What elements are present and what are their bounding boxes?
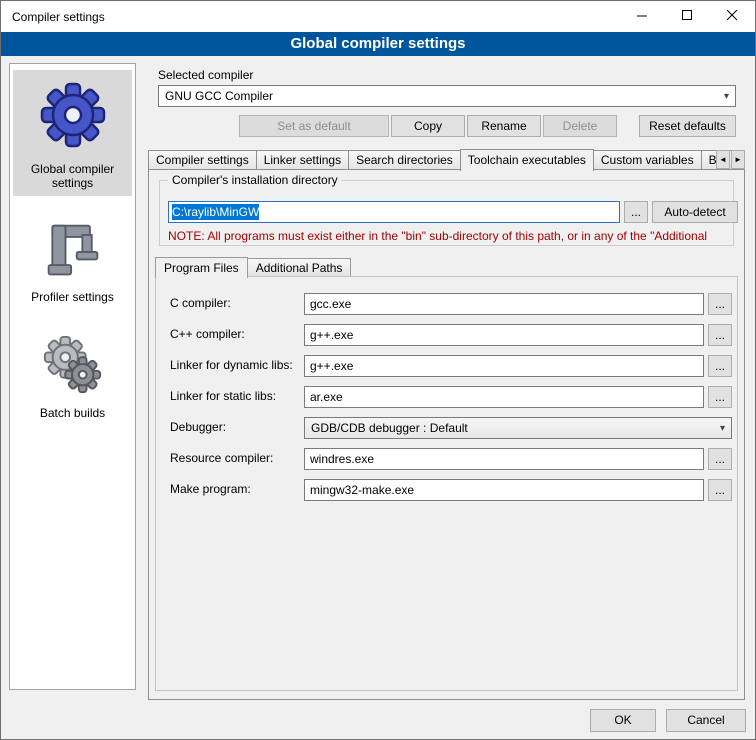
selected-compiler-value: GNU GCC Compiler: [165, 89, 273, 103]
profiler-tool-icon: [44, 269, 102, 283]
c-compiler-input[interactable]: gcc.exe: [304, 293, 704, 315]
toolchain-executables-panel: Compiler's installation directory C:\ray…: [148, 169, 745, 700]
sidebar-item-label: Profiler settings: [15, 290, 130, 304]
reset-defaults-button[interactable]: Reset defaults: [639, 115, 736, 137]
cpp-compiler-value: g++.exe: [310, 328, 353, 342]
dynamic-linker-browse-button[interactable]: ...: [708, 355, 732, 377]
field-row-resource-compiler: Resource compiler: windres.exe ...: [156, 448, 737, 470]
field-row-static-linker: Linker for static libs: ar.exe ...: [156, 386, 737, 408]
make-program-value: mingw32-make.exe: [310, 483, 414, 497]
resource-compiler-input[interactable]: windres.exe: [304, 448, 704, 470]
titlebar[interactable]: Compiler settings: [1, 1, 755, 32]
tab-toolchain-executables[interactable]: Toolchain executables: [460, 149, 594, 171]
sidebar-item-label: Batch builds: [15, 406, 130, 420]
debugger-label: Debugger:: [170, 420, 226, 434]
c-compiler-value: gcc.exe: [310, 297, 351, 311]
minimize-icon: [637, 10, 648, 24]
static-linker-label: Linker for static libs:: [170, 389, 276, 403]
compiler-settings-window: Compiler settings Global compiler settin…: [0, 0, 756, 740]
static-linker-value: ar.exe: [310, 390, 343, 404]
tab-custom-variables[interactable]: Custom variables: [593, 150, 702, 170]
copy-button[interactable]: Copy: [391, 115, 465, 137]
tab-linker-settings[interactable]: Linker settings: [256, 150, 349, 170]
close-button[interactable]: [710, 1, 755, 32]
maximize-button[interactable]: [665, 1, 710, 32]
sidebar-item-label: Global compiler settings: [15, 162, 130, 190]
debugger-value: GDB/CDB debugger : Default: [311, 421, 468, 435]
make-program-label: Make program:: [170, 482, 251, 496]
gear-icon: [38, 141, 108, 155]
set-as-default-button[interactable]: Set as default: [239, 115, 389, 137]
selected-compiler-label: Selected compiler: [158, 68, 253, 82]
c-compiler-browse-button[interactable]: ...: [708, 293, 732, 315]
sidebar-item-profiler-settings[interactable]: Profiler settings: [13, 212, 132, 310]
field-row-make-program: Make program: mingw32-make.exe ...: [156, 479, 737, 501]
chevron-down-icon: ▾: [720, 423, 725, 434]
installation-directory-group-label: Compiler's installation directory: [168, 173, 342, 187]
close-icon: [727, 10, 738, 24]
bin-subdirectory-note: NOTE: All programs must exist either in …: [168, 229, 731, 243]
resource-compiler-browse-button[interactable]: ...: [708, 448, 732, 470]
resource-compiler-value: windres.exe: [310, 452, 374, 466]
gray-gears-icon: [42, 385, 104, 399]
static-linker-browse-button[interactable]: ...: [708, 386, 732, 408]
dynamic-linker-value: g++.exe: [310, 359, 353, 373]
sidebar-item-batch-builds[interactable]: Batch builds: [13, 326, 132, 426]
static-linker-input[interactable]: ar.exe: [304, 386, 704, 408]
installation-directory-input[interactable]: C:\raylib\MinGW: [168, 201, 620, 223]
cpp-compiler-label: C++ compiler:: [170, 327, 245, 341]
tab-scroll-right-button[interactable]: ►: [731, 150, 745, 169]
tab-scroll-controls: ◄ ►: [716, 150, 745, 169]
sidebar-item-global-compiler-settings[interactable]: Global compiler settings: [13, 70, 132, 196]
tab-compiler-settings[interactable]: Compiler settings: [148, 150, 257, 170]
rename-button[interactable]: Rename: [467, 115, 541, 137]
field-row-c-compiler: C compiler: gcc.exe ...: [156, 293, 737, 315]
selected-text: C:\raylib\MinGW: [172, 204, 259, 220]
program-files-tab-strip: Program Files Additional Paths: [155, 256, 351, 277]
field-row-dynamic-linker: Linker for dynamic libs: g++.exe ...: [156, 355, 737, 377]
subtab-additional-paths[interactable]: Additional Paths: [247, 258, 352, 277]
minimize-button[interactable]: [620, 1, 665, 32]
delete-button[interactable]: Delete: [543, 115, 617, 137]
settings-tab-strip: Compiler settings Linker settings Search…: [148, 148, 745, 170]
program-files-panel: C compiler: gcc.exe ... C++ compiler: g+…: [155, 276, 738, 691]
chevron-down-icon: ▾: [724, 91, 729, 102]
main-content: Selected compiler GNU GCC Compiler ▾ Set…: [146, 56, 747, 739]
maximize-icon: [682, 10, 693, 24]
make-program-browse-button[interactable]: ...: [708, 479, 732, 501]
compiler-action-buttons: Set as default Copy Rename Delete Reset …: [158, 115, 736, 137]
dynamic-linker-input[interactable]: g++.exe: [304, 355, 704, 377]
c-compiler-label: C compiler:: [170, 296, 231, 310]
ok-button[interactable]: OK: [590, 709, 656, 732]
field-row-debugger: Debugger: GDB/CDB debugger : Default ▾: [156, 417, 737, 439]
dialog-body: Global compiler settings Profiler se: [1, 56, 755, 739]
installation-directory-group: Compiler's installation directory C:\ray…: [159, 180, 734, 246]
debugger-select[interactable]: GDB/CDB debugger : Default ▾: [304, 417, 732, 439]
selected-compiler-dropdown[interactable]: GNU GCC Compiler ▾: [158, 85, 736, 107]
tab-scroll-left-button[interactable]: ◄: [716, 150, 730, 169]
subtab-program-files[interactable]: Program Files: [155, 257, 248, 278]
auto-detect-button[interactable]: Auto-detect: [652, 201, 738, 223]
dynamic-linker-label: Linker for dynamic libs:: [170, 358, 293, 372]
cpp-compiler-input[interactable]: g++.exe: [304, 324, 704, 346]
make-program-input[interactable]: mingw32-make.exe: [304, 479, 704, 501]
cancel-button[interactable]: Cancel: [666, 709, 746, 732]
field-row-cpp-compiler: C++ compiler: g++.exe ...: [156, 324, 737, 346]
resource-compiler-label: Resource compiler:: [170, 451, 273, 465]
window-controls: [620, 1, 755, 32]
page-title: Global compiler settings: [1, 32, 755, 56]
installation-directory-browse-button[interactable]: ...: [624, 201, 648, 223]
window-title: Compiler settings: [1, 10, 105, 24]
tab-search-directories[interactable]: Search directories: [348, 150, 461, 170]
cpp-compiler-browse-button[interactable]: ...: [708, 324, 732, 346]
settings-category-list: Global compiler settings Profiler se: [9, 63, 136, 690]
